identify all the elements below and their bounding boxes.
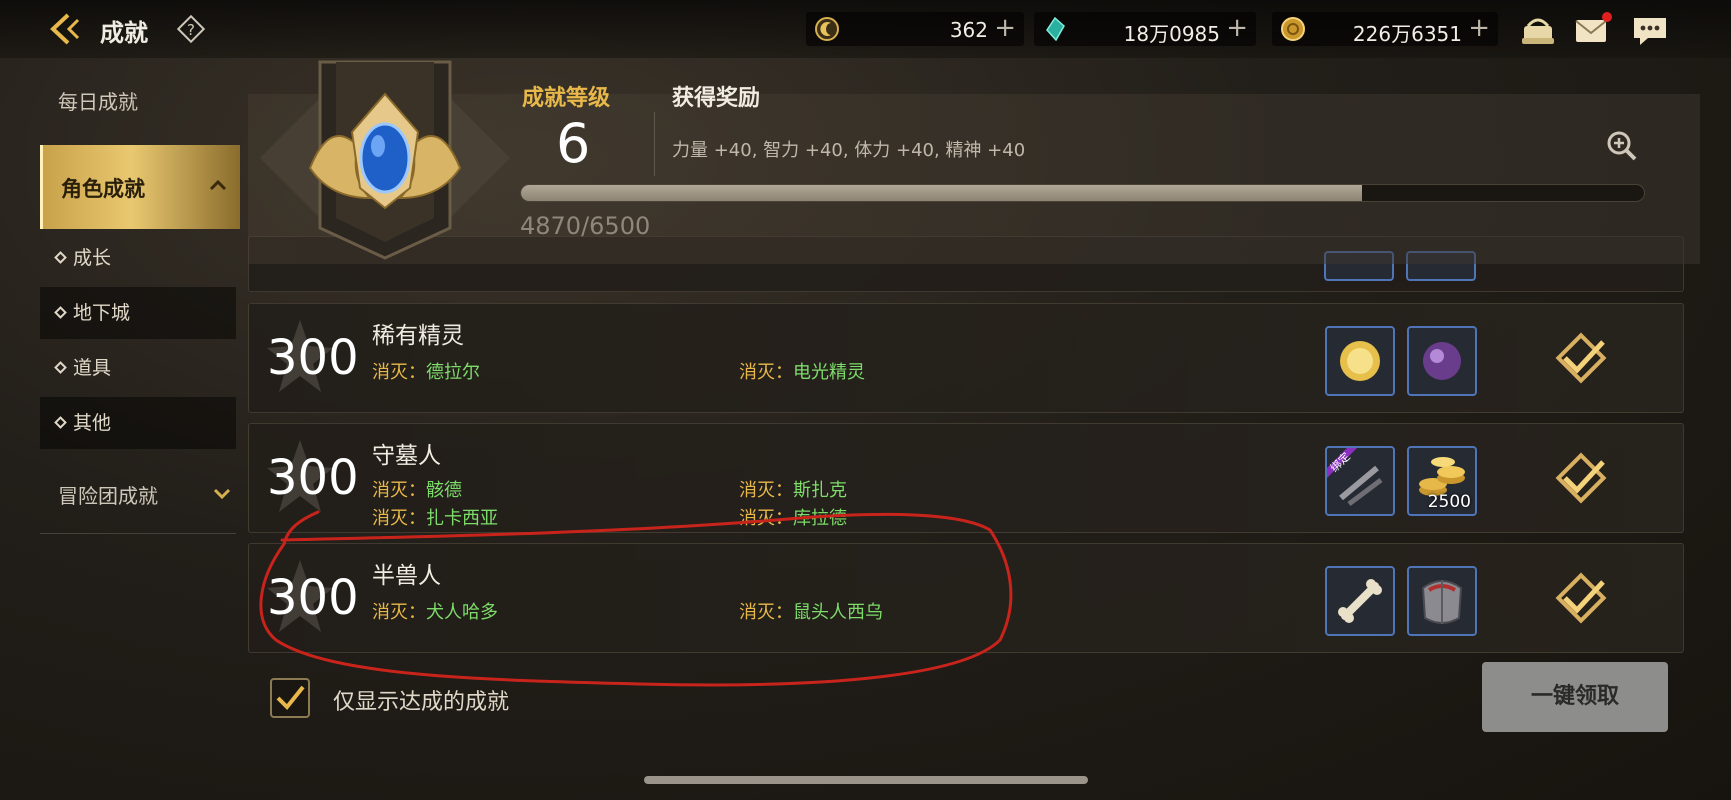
sidebar-item-label: 角色成就: [61, 177, 145, 201]
condition: 消灭：德拉尔: [372, 362, 480, 383]
condition: 消灭：扎卡西亚: [372, 508, 498, 529]
chevron-down-icon[interactable]: [212, 484, 232, 504]
home-indicator: [644, 776, 1088, 784]
svg-text:?: ?: [187, 21, 195, 39]
achievement-row: 300 稀有精灵 消灭：德拉尔 消灭：电光精灵: [248, 303, 1684, 413]
add-currency-button[interactable]: +: [994, 14, 1016, 42]
reward-item[interactable]: 绑定: [1325, 446, 1395, 516]
currency-gold: 226万6351 +: [1272, 12, 1498, 46]
bone-icon: [1338, 579, 1382, 623]
currency-value: 362: [949, 18, 988, 42]
achievement-points: 300: [267, 450, 359, 506]
back-icon[interactable]: [48, 12, 88, 46]
reward-item[interactable]: [1407, 566, 1477, 636]
progress-text: 4870/6500: [520, 212, 651, 240]
chat-icon[interactable]: [1630, 12, 1670, 48]
condition: 消灭：库拉德: [739, 508, 847, 529]
chevron-up-icon: [209, 179, 227, 191]
purple-orb-icon: [1423, 342, 1461, 380]
claim-all-button[interactable]: 一键领取: [1482, 662, 1668, 732]
sidebar-item-team[interactable]: 冒险团成就: [58, 480, 158, 509]
add-currency-button[interactable]: +: [1468, 14, 1490, 42]
achievement-progress-bar: [520, 184, 1645, 202]
reward-count: 2500: [1427, 492, 1471, 512]
achievement-row: 300 守墓人 消灭：骸德 消灭：斯扎克 消灭：扎卡西亚 消灭：库拉德 绑定 2…: [248, 423, 1684, 533]
show-completed-checkbox[interactable]: [270, 678, 310, 718]
achievement-name: 守墓人: [372, 443, 441, 469]
sidebar-item-character[interactable]: 角色成就: [40, 145, 240, 229]
currency-value: 226万6351: [1352, 22, 1462, 46]
mail-icon[interactable]: [1572, 12, 1612, 48]
achievement-level-value: 6: [556, 112, 591, 175]
zoom-in-icon[interactable]: [1606, 130, 1638, 162]
diamond-bullet-icon: [54, 416, 67, 429]
reward-item[interactable]: [1407, 326, 1477, 396]
help-icon[interactable]: ?: [176, 14, 206, 44]
diamond-bullet-icon: [54, 306, 67, 319]
condition: 消灭：斯扎克: [739, 480, 847, 501]
currency-crescent: 362 +: [806, 12, 1024, 46]
condition: 消灭：电光精灵: [739, 362, 865, 383]
condition: 消灭：骸德: [372, 480, 462, 501]
add-currency-button[interactable]: +: [1226, 14, 1248, 42]
reward-item[interactable]: [1325, 566, 1395, 636]
sidebar-subitem-other[interactable]: 其他: [40, 397, 236, 449]
currency-value: 18万0985: [1123, 22, 1220, 46]
sidebar-divider: [40, 533, 236, 534]
reward-item[interactable]: 2500: [1407, 446, 1477, 516]
sidebar-subitem-dungeon[interactable]: 地下城: [40, 287, 236, 339]
sidebar-subitem-growth[interactable]: 成长: [40, 232, 236, 284]
shop-icon[interactable]: [1518, 12, 1558, 48]
achievement-level-label: 成就等级: [522, 86, 611, 111]
sidebar-subitem-items[interactable]: 道具: [40, 342, 236, 394]
diamond-bullet-icon: [54, 361, 67, 374]
gold-coin-icon: [1281, 17, 1305, 41]
mail-notification-dot: [1602, 12, 1612, 22]
achievement-name: 稀有精灵: [372, 323, 464, 349]
claim-check-icon[interactable]: [1551, 572, 1611, 628]
crescent-coin-icon: [815, 17, 839, 41]
claim-check-icon[interactable]: [1551, 332, 1611, 388]
page-title: 成就: [100, 19, 148, 47]
currency-crystal: 18万0985 +: [1034, 12, 1256, 46]
reward-description: 力量 +40, 智力 +40, 体力 +40, 精神 +40: [672, 140, 1026, 161]
condition: 消灭：鼠头人西乌: [739, 602, 883, 623]
claim-check-icon[interactable]: [1551, 452, 1611, 508]
reward-item[interactable]: [1325, 326, 1395, 396]
achievement-row: 300 半兽人 消灭：犬人哈多 消灭：鼠头人西乌: [248, 543, 1684, 653]
armor-icon: [1421, 580, 1463, 624]
reward-divider: [654, 112, 655, 176]
achievement-name: 半兽人: [372, 563, 441, 589]
checkmark-icon: [276, 685, 305, 710]
sidebar-item-daily[interactable]: 每日成就: [58, 86, 254, 115]
achievement-points: 300: [267, 330, 359, 386]
gold-orb-icon: [1340, 341, 1380, 381]
progress-fill: [521, 185, 1363, 201]
achievement-emblem-icon: [260, 60, 510, 260]
crystal-icon: [1046, 16, 1065, 42]
condition: 消灭：犬人哈多: [372, 602, 498, 623]
show-completed-label: 仅显示达成的成就: [333, 690, 510, 715]
diamond-bullet-icon: [54, 251, 67, 264]
achievement-points: 300: [267, 570, 359, 626]
reward-title: 获得奖励: [672, 86, 761, 111]
